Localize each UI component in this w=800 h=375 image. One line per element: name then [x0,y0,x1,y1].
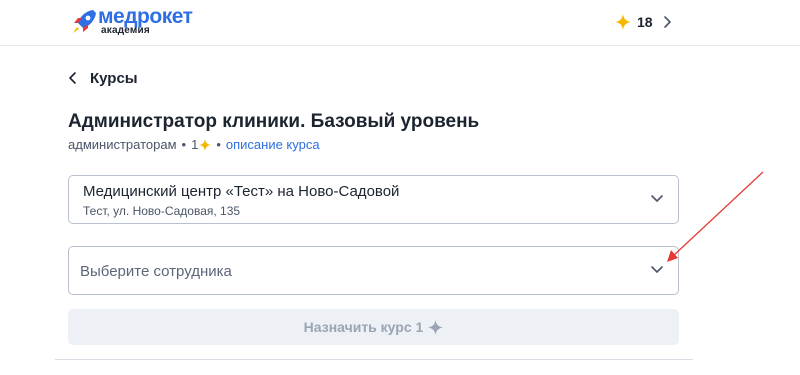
clinic-address: Тест, ул. Ново-Садовая, 135 [83,204,241,218]
balance-count: 18 [637,14,653,30]
brand-logo[interactable]: медрокет академия [71,5,211,41]
star-icon [199,138,212,151]
chevron-down-icon [651,195,663,202]
employee-select-placeholder: Выберите сотрудника [80,263,232,280]
course-meta: администраторам • 1 • описание курса [68,137,320,152]
page-title: Администратор клиники. Базовый уровень [68,111,480,132]
meta-separator: • [181,137,187,152]
rocket-icon [73,10,96,33]
clinic-select[interactable]: Медицинский центр «Тест» на Ново-Садовой… [68,175,679,224]
back-link[interactable]: Курсы [68,68,138,88]
clinic-name: Медицинский центр «Тест» на Ново-Садовой [83,183,400,200]
star-icon [428,319,444,335]
assign-course-label: Назначить курс 1 [303,319,424,335]
divider [55,359,693,360]
chevron-right-icon [663,16,671,28]
balance-widget[interactable]: 18 [615,12,672,32]
chevron-left-icon [69,72,76,84]
course-audience: администраторам [68,137,177,152]
back-link-label: Курсы [90,69,138,87]
brand-subtitle: академия [101,25,150,36]
course-price: 1 [191,137,199,152]
employee-select[interactable]: Выберите сотрудника [68,246,679,295]
course-description-link[interactable]: описание курса [226,137,320,152]
meta-separator: • [216,137,221,152]
top-header: медрокет академия 18 [0,0,800,46]
star-icon [615,14,631,30]
chevron-down-icon [651,266,663,273]
assign-course-button[interactable]: Назначить курс 1 [68,309,679,345]
